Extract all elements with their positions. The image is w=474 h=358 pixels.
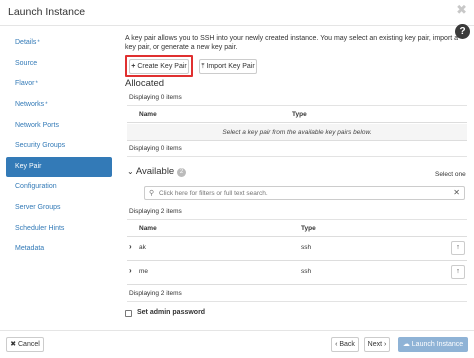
- key-name: me: [139, 268, 149, 275]
- table-row[interactable]: › me ssh ↑: [127, 261, 467, 285]
- allocate-arrow-up-icon[interactable]: ↑: [451, 265, 465, 279]
- modal-header: Launch Instance ✖: [0, 0, 474, 26]
- col-name: Name: [139, 111, 157, 118]
- divider: [127, 301, 467, 302]
- upload-icon: ⤒: [201, 63, 205, 70]
- key-name: ak: [139, 244, 146, 251]
- import-key-pair-button[interactable]: ⤒ Import Key Pair: [199, 59, 257, 74]
- allocated-title: Allocated: [125, 78, 165, 89]
- divider: [127, 105, 467, 106]
- modal-footer: ✖ Cancel ‹ Back Next › ☁ Launch Instance: [0, 330, 474, 358]
- required-mark: *: [35, 81, 38, 87]
- divider: [127, 156, 467, 157]
- modal-title: Launch Instance: [8, 6, 86, 18]
- allocated-table-header: Name Type: [127, 108, 467, 123]
- chevron-right-icon[interactable]: ›: [129, 242, 132, 251]
- available-count-badge: 2: [176, 168, 187, 177]
- sidebar-item-configuration[interactable]: Configuration: [6, 177, 112, 197]
- available-table-header: Name Type: [127, 222, 467, 237]
- key-type: ssh: [301, 268, 312, 275]
- allocated-empty-row: Select a key pair from the available key…: [127, 124, 467, 141]
- allocated-count-bottom: Displaying 0 items: [129, 145, 182, 152]
- sidebar-item-network-ports[interactable]: Network Ports: [6, 116, 112, 136]
- chevron-down-icon: ⌄: [127, 167, 134, 176]
- plus-icon: +: [131, 63, 136, 70]
- sidebar-item-metadata[interactable]: Metadata: [6, 239, 112, 259]
- col-name: Name: [139, 225, 157, 232]
- sidebar-item-networks[interactable]: Networks*: [6, 95, 112, 115]
- clear-icon[interactable]: ✕: [453, 188, 460, 197]
- available-count-top: Displaying 2 items: [129, 208, 182, 215]
- allocate-arrow-up-icon[interactable]: ↑: [451, 241, 465, 255]
- create-key-pair-button[interactable]: + Create Key Pair: [129, 59, 189, 74]
- launch-instance-button[interactable]: ☁ Launch Instance: [398, 337, 468, 352]
- sidebar-item-details[interactable]: Details*: [6, 33, 112, 53]
- cancel-button[interactable]: ✖ Cancel: [6, 337, 44, 352]
- col-type: Type: [292, 111, 307, 118]
- divider: [127, 219, 467, 220]
- sidebar-item-flavor[interactable]: Flavor*: [6, 74, 112, 94]
- available-title[interactable]: ⌄ Available 2: [127, 166, 187, 177]
- filter-search-field[interactable]: ⚲ ✕: [144, 186, 465, 200]
- sidebar-item-key-pair[interactable]: Key Pair: [6, 157, 112, 177]
- key-type: ssh: [301, 244, 312, 251]
- col-type: Type: [301, 225, 316, 232]
- back-button[interactable]: ‹ Back: [331, 337, 359, 352]
- set-admin-password-label: Set admin password: [137, 309, 206, 316]
- next-button[interactable]: Next ›: [364, 337, 390, 352]
- table-row[interactable]: › ak ssh ↑: [127, 237, 467, 261]
- cloud-upload-icon: ☁: [402, 341, 410, 348]
- filter-input[interactable]: [159, 188, 449, 198]
- sidebar-item-security-groups[interactable]: Security Groups: [6, 136, 112, 156]
- allocated-count-top: Displaying 0 items: [129, 94, 182, 101]
- key-pair-description: A key pair allows you to SSH into your n…: [125, 35, 459, 51]
- sidebar-item-server-groups[interactable]: Server Groups: [6, 198, 112, 218]
- search-icon: ⚲: [149, 190, 155, 197]
- available-count-bottom: Displaying 2 items: [129, 290, 182, 297]
- sidebar-item-source[interactable]: Source: [6, 54, 112, 74]
- required-mark: *: [37, 40, 40, 46]
- close-icon[interactable]: ✖: [456, 3, 467, 16]
- set-admin-password-checkbox[interactable]: [125, 310, 132, 317]
- select-one-hint: Select one: [435, 171, 466, 178]
- required-mark: *: [45, 102, 48, 108]
- chevron-right-icon[interactable]: ›: [129, 266, 132, 275]
- sidebar-item-scheduler-hints[interactable]: Scheduler Hints: [6, 219, 112, 239]
